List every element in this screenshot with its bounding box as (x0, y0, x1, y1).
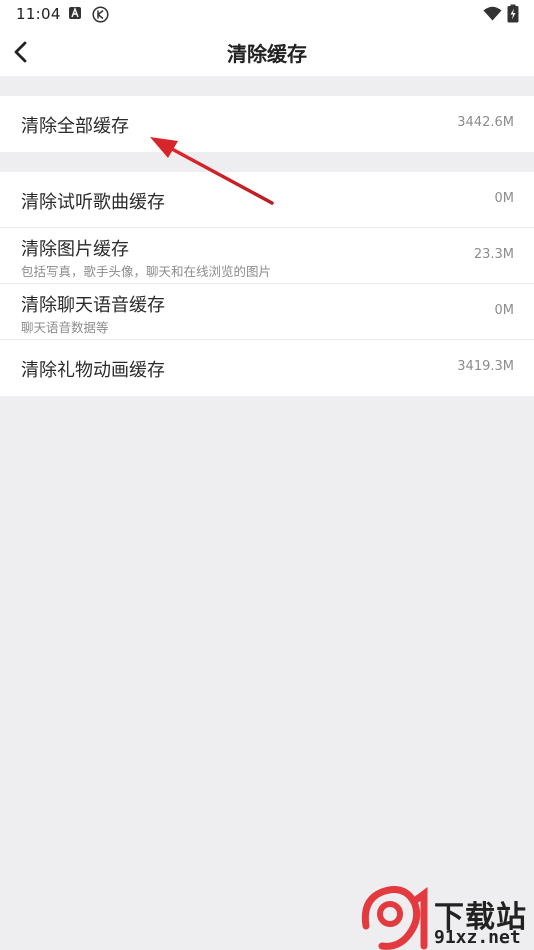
voice-cache-description: 聊天语音数据等 (21, 320, 109, 335)
image-cache-label: 清除图片缓存 (21, 239, 129, 260)
page-title: 清除缓存 (227, 42, 307, 66)
clear-all-group: 清除全部缓存 3442.6M (0, 96, 534, 152)
cache-detail-group: 清除试听歌曲缓存 0M 清除图片缓存 包括写真，歌手头像，聊天和在线浏览的图片 … (0, 172, 534, 396)
nav-bar: 清除缓存 (0, 28, 534, 76)
image-cache-description: 包括写真，歌手头像，聊天和在线浏览的图片 (21, 264, 272, 279)
clear-all-row[interactable]: 清除全部缓存 3442.6M (0, 96, 534, 152)
image-cache-size: 23.3M (473, 247, 514, 262)
k-icon (92, 6, 109, 23)
clear-image-cache-row[interactable]: 清除图片缓存 包括写真，歌手头像，聊天和在线浏览的图片 23.3M (0, 228, 534, 284)
wifi-icon (483, 6, 502, 21)
site-logo-icon (361, 886, 428, 950)
status-bar: 11:04 (0, 0, 534, 28)
watermark: 下载站 91xz.net (360, 880, 534, 950)
clear-audition-cache-row[interactable]: 清除试听歌曲缓存 0M (0, 172, 534, 228)
clear-gift-animation-cache-row[interactable]: 清除礼物动画缓存 3419.3M (0, 340, 534, 396)
gift-cache-label: 清除礼物动画缓存 (21, 360, 165, 381)
clear-voice-cache-row[interactable]: 清除聊天语音缓存 聊天语音数据等 0M (0, 284, 534, 340)
watermark-site-en: 91xz.net (434, 927, 521, 948)
voice-cache-label: 清除聊天语音缓存 (21, 295, 165, 316)
clear-all-label: 清除全部缓存 (21, 116, 129, 137)
clear-all-size: 3442.6M (457, 115, 514, 130)
gift-cache-size: 3419.3M (457, 359, 514, 374)
battery-charging-icon (507, 4, 519, 23)
audition-cache-size: 0M (494, 191, 515, 206)
audition-cache-label: 清除试听歌曲缓存 (21, 192, 165, 213)
android-icon (69, 7, 81, 19)
voice-cache-size: 0M (494, 303, 515, 318)
status-time: 11:04 (16, 5, 61, 23)
